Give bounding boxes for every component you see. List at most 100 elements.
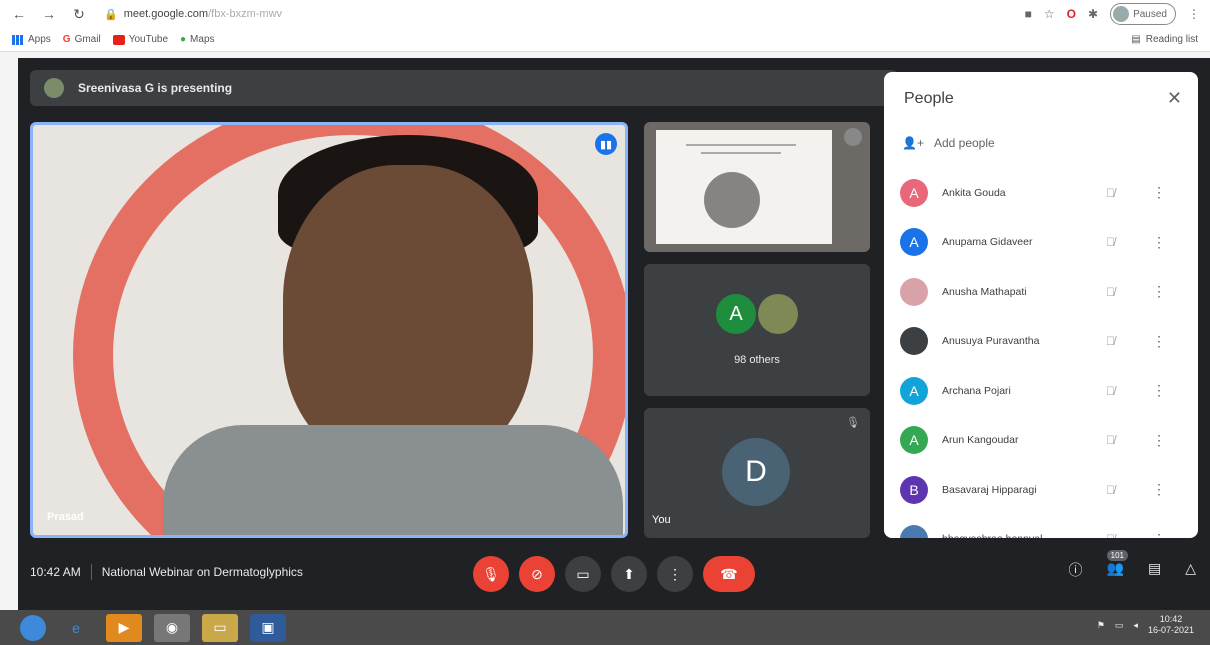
slide-text-line: [701, 152, 781, 154]
profile-button[interactable]: Paused: [1110, 3, 1176, 25]
reload-icon[interactable]: ↻: [68, 3, 90, 25]
mic-off-icon[interactable]: 🎙̸: [1106, 532, 1115, 538]
participant-row[interactable]: A Archana Pojari 🎙̸ ⋮: [884, 366, 1198, 416]
speaking-indicator-icon: ▮▮: [595, 133, 617, 155]
more-dots-icon: ⋮: [668, 565, 682, 582]
camera-off-icon: ⊘: [531, 565, 543, 582]
opera-extension-icon[interactable]: O: [1067, 7, 1076, 21]
participant-row[interactable]: A Ankita Gouda 🎙̸ ⋮: [884, 168, 1198, 218]
mic-off-icon[interactable]: 🎙̸: [1106, 285, 1115, 299]
participant-count-badge: 101: [1106, 550, 1128, 561]
reading-list-button[interactable]: ▤ Reading list: [1131, 34, 1198, 45]
self-label: You: [652, 514, 671, 526]
participant-row[interactable]: B Basavaraj Hipparagi 🎙̸ ⋮: [884, 465, 1198, 515]
back-icon[interactable]: ←: [8, 3, 30, 25]
bookmark-gmail[interactable]: G Gmail: [63, 34, 101, 45]
activities-icon[interactable]: △: [1185, 560, 1196, 580]
avatar: A: [900, 228, 928, 257]
maps-pin-icon: ●: [180, 34, 187, 45]
chat-icon[interactable]: ▤: [1148, 560, 1161, 580]
mic-off-icon[interactable]: 🎙̸: [1106, 433, 1115, 447]
more-dots-icon[interactable]: ⋮: [1152, 481, 1166, 498]
mic-off-icon[interactable]: 🎙̸: [1106, 186, 1115, 200]
mic-off-icon[interactable]: 🎙̸: [1106, 235, 1115, 249]
participant-row[interactable]: A Arun Kangoudar 🎙̸ ⋮: [884, 416, 1198, 466]
meet-window: Sreenivasa G is presenting ▮▮ Prasad A 9…: [18, 58, 1210, 610]
media-player-icon[interactable]: ▶: [106, 613, 142, 642]
url-host: meet.google.com: [123, 8, 209, 20]
participant-name: bhagyashree honnyal: [942, 533, 1102, 538]
document-app-icon[interactable]: ▣: [250, 613, 286, 642]
camera-icon[interactable]: ■: [1025, 7, 1032, 21]
speaker-shirt: [163, 425, 623, 535]
participant-name: Arun Kangoudar: [942, 434, 1019, 447]
more-dots-icon[interactable]: ⋮: [1152, 382, 1166, 399]
bookmark-label: Gmail: [74, 34, 101, 45]
mic-off-icon[interactable]: 🎙̸: [1106, 334, 1115, 348]
bookmarks-bar: Apps G Gmail YouTube ● Maps ▤ Reading list: [0, 28, 1210, 52]
self-tile[interactable]: 🎙 D You: [644, 408, 870, 538]
menu-dots-icon[interactable]: ⋮: [1188, 7, 1200, 21]
leave-call-button[interactable]: ☎: [703, 556, 755, 592]
mic-off-icon: 🎙: [482, 565, 500, 582]
info-icon[interactable]: ⓘ: [1069, 560, 1083, 580]
presentation-tile[interactable]: [644, 122, 870, 252]
network-icon[interactable]: ▭: [1115, 620, 1124, 631]
more-dots-icon[interactable]: ⋮: [1152, 184, 1166, 201]
meeting-title: National Webinar on Dermatoglyphics: [101, 565, 303, 579]
more-dots-icon[interactable]: ⋮: [1152, 333, 1166, 350]
chrome-icon[interactable]: ◉: [154, 613, 190, 642]
close-icon[interactable]: ✕: [1167, 88, 1182, 109]
mic-off-icon[interactable]: 🎙̸: [1106, 483, 1115, 497]
participant-row[interactable]: bhagyashree honnyal 🎙̸ ⋮: [884, 515, 1198, 538]
mic-off-icon[interactable]: 🎙̸: [1106, 384, 1115, 398]
tray-date: 16-07-2021: [1147, 625, 1194, 635]
extensions-icon[interactable]: ✱: [1088, 7, 1098, 21]
self-avatar: D: [722, 438, 790, 506]
avatar: [900, 277, 928, 306]
more-dots-icon[interactable]: ⋮: [1152, 283, 1166, 300]
forward-icon[interactable]: →: [38, 3, 60, 25]
avatar: B: [900, 475, 928, 504]
participant-name: Archana Pojari: [942, 384, 1011, 397]
avatar: A: [716, 294, 756, 334]
flag-icon[interactable]: ⚑: [1097, 620, 1105, 631]
pin-icon[interactable]: [844, 128, 862, 146]
participant-row[interactable]: Anusha Mathapati 🎙̸ ⋮: [884, 267, 1198, 317]
people-button[interactable]: 👥 101: [1107, 550, 1128, 580]
others-tile[interactable]: A 98 others: [644, 264, 870, 396]
mic-off-icon: 🎙: [846, 417, 860, 429]
bookmark-youtube[interactable]: YouTube: [112, 34, 168, 45]
star-icon[interactable]: ☆: [1044, 7, 1055, 21]
shared-slide: [656, 130, 832, 244]
more-options-button[interactable]: ⋮: [657, 556, 693, 592]
participant-row[interactable]: A Anupama Gidaveer 🎙̸ ⋮: [884, 218, 1198, 268]
ie-icon[interactable]: e: [58, 614, 94, 642]
file-explorer-icon[interactable]: ▭: [202, 613, 238, 642]
hang-up-icon: ☎: [720, 565, 738, 582]
avatar: [900, 525, 928, 538]
participant-row[interactable]: Anusuya Puravantha 🎙̸ ⋮: [884, 317, 1198, 367]
captions-button[interactable]: ▭: [565, 556, 601, 592]
slide-figure: [704, 172, 760, 228]
main-video-tile[interactable]: ▮▮ Prasad: [30, 122, 628, 538]
captions-icon: ▭: [576, 565, 590, 582]
more-dots-icon[interactable]: ⋮: [1152, 432, 1166, 449]
address-bar[interactable]: 🔒 meet.google.com/fbx-bxzm-mwv: [104, 8, 282, 21]
system-tray: ⚑ ▭ ◂ 10:42 16-07-2021: [1097, 614, 1194, 636]
tray-clock[interactable]: 10:42 16-07-2021: [1148, 614, 1194, 636]
divider: [90, 564, 92, 580]
bookmark-maps[interactable]: ● Maps: [180, 34, 215, 45]
camera-toggle-button[interactable]: ⊘: [519, 556, 555, 592]
avatar: [900, 327, 928, 356]
start-button[interactable]: [20, 614, 46, 641]
participant-name: Basavaraj Hipparagi: [942, 483, 1037, 496]
more-dots-icon[interactable]: ⋮: [1152, 234, 1166, 251]
add-people-button[interactable]: 👤+ Add people: [902, 136, 995, 150]
more-dots-icon[interactable]: ⋮: [1152, 531, 1166, 538]
bookmark-label: YouTube: [128, 34, 168, 45]
bookmark-apps[interactable]: Apps: [12, 34, 51, 45]
present-button[interactable]: ⬆: [611, 556, 647, 592]
volume-icon[interactable]: ◂: [1133, 620, 1138, 631]
mic-toggle-button[interactable]: 🎙: [473, 556, 509, 592]
